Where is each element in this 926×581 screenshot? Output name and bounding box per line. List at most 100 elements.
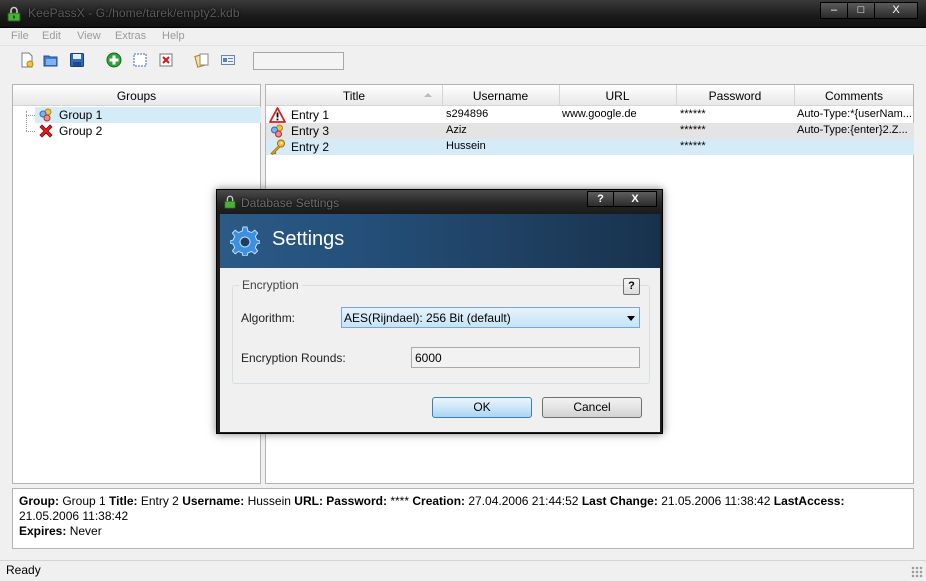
column-header-title[interactable]: Title [266,89,442,103]
entry-url: www.google.de [562,108,637,120]
encryption-rounds-value: 6000 [415,351,442,365]
copy-password-icon[interactable] [194,52,210,68]
entry-password: ****** [680,124,706,136]
groups-header[interactable]: Groups [13,85,260,106]
entry-password: ****** [680,140,706,152]
chevron-down-icon[interactable] [627,316,635,321]
detail-group: Group 1 [62,494,106,508]
algorithm-select-value: AES(Rijndael): 256 Bit (default) [344,311,511,325]
column-header-url[interactable]: URL [559,89,676,103]
detail-label: LastAccess: [773,494,845,508]
tree-connector [26,131,35,132]
maximize-button[interactable]: □ [847,2,875,19]
menu-help[interactable]: Help [162,30,185,42]
column-header-username[interactable]: Username [442,89,559,103]
group-label: Group 1 [59,108,103,122]
groups-header-label: Groups [116,89,157,103]
entry-username: Aziz [446,124,467,136]
key-icon [270,139,285,155]
detail-title: Entry 2 [140,494,179,508]
encryption-groupbox-label: Encryption [239,278,302,292]
details-line-2: Expires: Never [19,524,907,539]
group-label: Group 2 [59,124,103,138]
entry-password: ****** [680,108,706,120]
detail-label: Creation: [412,494,466,508]
add-entry-icon[interactable] [106,52,122,68]
encryption-help-button[interactable]: ? [623,278,640,295]
tree-connector [26,115,35,116]
toolbar [0,47,926,75]
detail-label: Last Change: [581,494,658,508]
menu-extras[interactable]: Extras [115,30,146,42]
database-settings-dialog: Database Settings ? X Settings Encryptio… [216,189,663,434]
close-button[interactable]: X [874,2,918,19]
minimize-button[interactable]: – [820,2,848,19]
encryption-rounds-input[interactable]: 6000 [411,347,640,368]
dialog-titlebar[interactable]: Database Settings ? X [217,190,662,214]
entry-username: s294896 [446,108,489,120]
warning-icon [269,107,286,123]
ok-button[interactable]: OK [432,397,532,418]
entry-details-panel: Group: Group 1 Title: Entry 2 Username: … [12,488,914,549]
cancel-button[interactable]: Cancel [542,397,642,418]
banner-title: Settings [272,228,345,250]
keepass-lock-icon [7,6,21,22]
detail-expires: Never [69,524,102,538]
detail-label: Password: [326,494,387,508]
detail-username: Hussein [247,494,291,508]
open-database-icon[interactable] [43,52,59,68]
keepass-lock-icon [224,195,236,209]
group-people-icon [271,124,283,138]
save-database-icon[interactable] [69,52,85,68]
entry-row-entry-2[interactable]: Entry 2 Hussein ****** [266,139,914,155]
dialog-help-button[interactable]: ? [587,191,614,207]
detail-label: Group: [19,494,59,508]
entry-title: Entry 2 [291,140,330,154]
dialog-banner: Settings [220,214,660,268]
encryption-groupbox [232,285,650,384]
red-x-icon [39,124,53,138]
sort-ascending-icon [424,93,432,97]
quick-search-input[interactable] [253,52,344,70]
entries-header: Title Username URL Password Comments [266,85,913,106]
dialog-close-button[interactable]: X [613,191,657,207]
entry-username: Hussein [446,140,486,152]
entry-comments: Auto-Type:*{userNam... [797,108,911,120]
detail-label: Username: [182,494,245,508]
detail-creation: 27.04.2006 21:44:52 [468,494,579,508]
detail-password: **** [390,494,410,508]
menu-edit[interactable]: Edit [42,30,61,42]
window-title: KeePassX - G:/home/tarek/empty2.kdb [28,6,240,20]
column-header-comments[interactable]: Comments [794,89,914,103]
column-header-password[interactable]: Password [676,89,794,103]
algorithm-select[interactable]: AES(Rijndael): 256 Bit (default) [341,307,640,328]
dialog-body: Encryption ? Algorithm: AES(Rijndael): 2… [220,268,660,432]
entry-row-entry-1[interactable]: Entry 1 s294896 www.google.de ****** Aut… [266,107,914,123]
resize-grip-icon[interactable] [911,566,923,578]
entry-comments: Auto-Type:{enter}2.Z... [797,124,908,136]
entry-title: Entry 3 [291,124,330,138]
details-line-1: Group: Group 1 Title: Entry 2 Username: … [19,494,907,524]
detail-label: URL: [294,494,323,508]
menu-view[interactable]: View [77,30,101,42]
tree-connector [26,111,27,131]
delete-entry-icon[interactable] [158,52,174,68]
detail-lastchange: 21.05.2006 11:38:42 [661,494,771,508]
encryption-rounds-label: Encryption Rounds: [241,351,346,365]
status-text: Ready [6,563,41,577]
statusbar: Ready [0,560,926,581]
group-item-group-1[interactable]: Group 1 [35,107,261,123]
detail-lastaccess: 21.05.2006 11:38:42 [19,509,129,523]
menu-file[interactable]: File [11,30,29,42]
new-database-icon[interactable] [19,52,35,68]
group-people-icon [39,108,52,122]
detail-label: Expires: [19,524,67,538]
edit-entry-icon[interactable] [132,52,148,68]
entry-row-entry-3[interactable]: Entry 3 Aziz ****** Auto-Type:{enter}2.Z… [266,123,914,139]
detail-label: Title: [109,494,138,508]
gear-icon [230,226,260,256]
copy-username-icon[interactable] [220,52,236,68]
dialog-title: Database Settings [241,196,340,210]
window-titlebar[interactable]: KeePassX - G:/home/tarek/empty2.kdb – □ … [0,0,926,28]
group-item-group-2[interactable]: Group 2 [35,123,261,139]
